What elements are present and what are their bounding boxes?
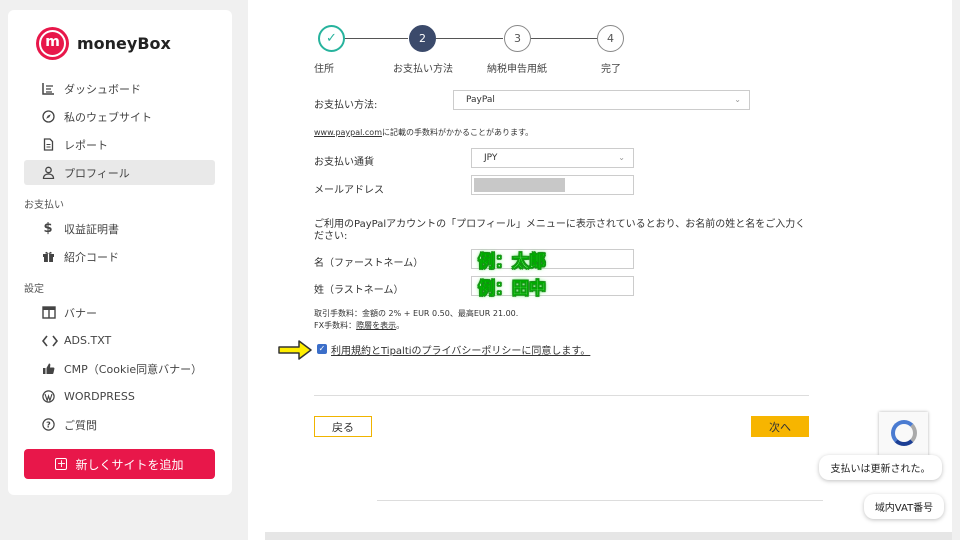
step-connector — [436, 38, 503, 39]
wordpress-icon — [24, 390, 55, 403]
section-label-payments: お支払い — [24, 200, 64, 211]
sidebar-item-dashboard[interactable]: ダッシュボード — [24, 76, 215, 101]
columns-icon — [24, 306, 56, 319]
step-connector — [345, 38, 408, 39]
logo[interactable]: m moneyBox — [36, 27, 171, 60]
next-button[interactable]: 次へ — [751, 416, 809, 437]
fx-fee-prefix: FX手数料： — [314, 321, 357, 330]
progress-stepper: ✓ 2 3 4 住所 お支払い方法 納税申告用紙 完了 — [248, 25, 952, 75]
payment-updated-toast[interactable]: 支払いは更新された。 — [819, 455, 942, 480]
code-icon — [24, 335, 58, 347]
fx-fee-text: FX手数料：際層を表示。 — [314, 320, 404, 331]
fx-fee-link[interactable]: 際層を表示 — [356, 321, 396, 330]
recaptcha-icon — [891, 420, 917, 446]
recaptcha-badge[interactable] — [879, 412, 928, 456]
sidebar-item-cmp[interactable]: CMP（Cookie同意バナー） — [24, 356, 215, 381]
sidebar-item-banner[interactable]: バナー — [24, 300, 215, 325]
agree-terms-label[interactable]: 利用規約とTipaltiのプライバシーポリシーに同意します。 — [331, 342, 590, 357]
back-button[interactable]: 戻る — [314, 416, 372, 437]
gift-icon — [24, 250, 54, 263]
section-label-settings: 設定 — [24, 284, 44, 295]
paypal-link[interactable]: www.paypal.com — [314, 128, 382, 137]
brand-name: moneyBox — [77, 34, 171, 53]
sidebar-item-label: バナー — [64, 306, 97, 320]
vat-number-toast[interactable]: 域内VAT番号 — [864, 494, 944, 519]
sidebar-item-my-websites[interactable]: 私のウェブサイト — [24, 104, 215, 129]
first-name-label: 名（ファーストネーム） — [314, 258, 424, 269]
add-site-button[interactable]: + 新しくサイトを追加 — [24, 449, 215, 479]
sidebar-item-referral[interactable]: 紹介コード — [24, 244, 215, 269]
currency-select[interactable]: JPY ⌄ — [471, 148, 634, 168]
currency-value: JPY — [484, 153, 498, 163]
sidebar-item-label: WORDPRESS — [64, 390, 135, 403]
dollar-icon: $ — [43, 221, 53, 236]
step-1-circle: ✓ — [318, 25, 345, 52]
add-site-label: 新しくサイトを追加 — [75, 457, 184, 472]
divider — [377, 500, 823, 501]
sidebar-item-label: ご質問 — [64, 418, 97, 432]
currency-label: お支払い通貨 — [314, 157, 374, 168]
sidebar-item-label: 紹介コード — [64, 250, 119, 264]
user-icon — [24, 166, 55, 179]
sidebar-item-label: ADS.TXT — [64, 334, 112, 347]
step-connector — [531, 38, 597, 39]
compass-icon — [24, 110, 55, 123]
payment-method-label: お支払い方法: — [314, 100, 378, 111]
sidebar-item-label: プロフィール — [64, 166, 130, 180]
fee-note-text: に記載の手数料がかかることがあります。 — [381, 128, 534, 137]
payment-method-select[interactable]: PayPal ⌄ — [453, 90, 750, 110]
first-name-example-annotation: 例：太郎 — [478, 252, 547, 273]
transaction-fee-text: 取引手数料：金額の 2% + EUR 0.50、最高EUR 21.00. — [314, 309, 519, 318]
step-2-label: お支払い方法 — [393, 64, 453, 75]
step-3-circle: 3 — [504, 25, 531, 52]
fee-note: www.paypal.comに記載の手数料がかかることがあります。 — [314, 127, 533, 138]
email-label: メールアドレス — [314, 185, 384, 196]
email-field[interactable] — [471, 175, 634, 195]
step-3-label: 納税申告用紙 — [487, 64, 547, 75]
sidebar: m moneyBox ダッシュボード 私のウェブサイト レポート プロフィール … — [8, 10, 232, 495]
divider — [314, 395, 809, 396]
document-icon — [24, 138, 54, 151]
thumbs-up-icon — [24, 362, 55, 375]
payment-method-value: PayPal — [466, 95, 495, 105]
moneybox-logo-icon: m — [36, 27, 69, 60]
bottom-panel-edge — [265, 532, 952, 540]
chevron-down-icon: ⌄ — [734, 95, 741, 104]
sidebar-item-earnings[interactable]: $ 収益証明書 — [24, 216, 215, 241]
sidebar-item-report[interactable]: レポート — [24, 132, 215, 157]
sidebar-item-wordpress[interactable]: WORDPRESS — [24, 384, 215, 409]
sidebar-item-label: レポート — [64, 138, 108, 152]
step-4-circle: 4 — [597, 25, 624, 52]
step-1-label: 住所 — [314, 64, 334, 75]
agree-checkbox[interactable]: ✓ — [317, 344, 327, 354]
arrow-right-annotation-icon — [278, 340, 312, 360]
sidebar-item-label: 収益証明書 — [64, 222, 119, 236]
plus-square-icon: + — [55, 457, 68, 470]
step-2-circle: 2 — [409, 25, 436, 52]
paypal-name-instruction: ご利用のPayPalアカウントの「プロフィール」メニューに表示されているとおり、… — [314, 219, 806, 242]
sidebar-item-profile[interactable]: プロフィール — [24, 160, 215, 185]
last-name-example-annotation: 例：田中 — [478, 279, 547, 300]
sidebar-item-label: 私のウェブサイト — [64, 110, 152, 124]
last-name-label: 姓（ラストネーム） — [314, 285, 404, 296]
fx-fee-suffix: 。 — [396, 321, 405, 330]
bar-chart-icon — [24, 82, 54, 95]
sidebar-item-ads-txt[interactable]: ADS.TXT — [24, 328, 215, 353]
chevron-down-icon: ⌄ — [618, 153, 625, 162]
svg-text:?: ? — [46, 421, 51, 430]
redacted-email — [474, 178, 565, 192]
sidebar-item-label: ダッシュボード — [64, 82, 141, 96]
question-icon: ? — [24, 418, 55, 431]
step-4-label: 完了 — [601, 64, 621, 75]
sidebar-item-label: CMP（Cookie同意バナー） — [64, 362, 203, 376]
sidebar-item-faq[interactable]: ? ご質問 — [24, 412, 215, 437]
